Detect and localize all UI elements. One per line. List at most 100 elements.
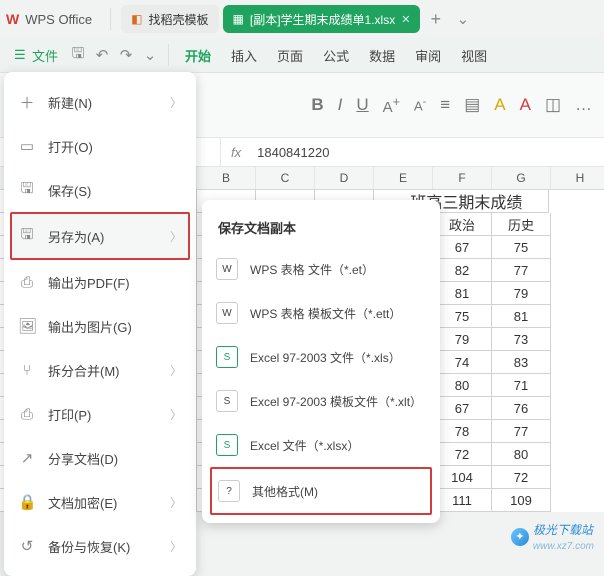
file-menu-button[interactable]: ☰ 文件 <box>6 42 66 69</box>
format-icon: S <box>216 434 238 456</box>
fx-value[interactable]: 1840841220 <box>251 145 335 160</box>
cell[interactable]: 67 <box>433 236 492 259</box>
menu-item-label: 拆分合并(M) <box>48 361 120 380</box>
italic-icon[interactable]: I <box>334 95 347 115</box>
saveas-format-item[interactable]: SExcel 文件（*.xlsx） <box>202 423 440 467</box>
cell[interactable]: 71 <box>492 374 551 397</box>
font-decrease-icon[interactable]: A- <box>410 96 430 113</box>
underline-icon[interactable]: U <box>352 95 372 115</box>
file-menu-item[interactable]: 🖫另存为(A)〉 <box>10 212 190 260</box>
file-menu-item[interactable]: ↗分享文档(D) <box>4 436 196 480</box>
tab-template-store[interactable]: ◧ 找稻壳模板 <box>121 5 218 33</box>
cell[interactable]: 79 <box>433 328 492 351</box>
divider <box>110 8 111 30</box>
menu-item-label: 打印(P) <box>48 405 91 424</box>
cell[interactable]: 109 <box>492 489 551 512</box>
app-name: WPS Office <box>25 12 92 27</box>
menu-tab-数据[interactable]: 数据 <box>359 42 405 69</box>
fx-label[interactable]: fx <box>221 145 251 160</box>
cell[interactable]: 82 <box>433 259 492 282</box>
cell[interactable]: 78 <box>433 420 492 443</box>
saveas-format-item[interactable]: SExcel 97-2003 文件（*.xls） <box>202 335 440 379</box>
menu-item-label: 新建(N) <box>48 93 92 112</box>
saveas-submenu: 保存文档副本WWPS 表格 文件（*.et）WWPS 表格 模板文件（*.ett… <box>202 200 440 523</box>
cell[interactable]: 72 <box>492 466 551 489</box>
alignment-icon[interactable]: ≡ <box>436 95 454 115</box>
more-format-icon[interactable]: ▤ <box>460 95 484 115</box>
cell[interactable]: 75 <box>492 236 551 259</box>
saveas-format-item[interactable]: WWPS 表格 模板文件（*.ett） <box>202 291 440 335</box>
cell[interactable]: 81 <box>433 282 492 305</box>
menu-item-icon: 🖼 <box>18 317 36 335</box>
sheet-icon: ▦ <box>233 12 244 26</box>
menu-tab-视图[interactable]: 视图 <box>451 42 497 69</box>
file-menu-item[interactable]: 🔒文档加密(E)〉 <box>4 480 196 524</box>
menu-tab-审阅[interactable]: 审阅 <box>405 42 451 69</box>
format-icon: S <box>216 346 238 368</box>
menu-tab-页面[interactable]: 页面 <box>267 42 313 69</box>
menu-item-icon: ↗ <box>18 449 36 467</box>
saveas-format-item[interactable]: ?其他格式(M) <box>210 467 432 515</box>
col-header[interactable]: C <box>256 167 315 189</box>
site-watermark: ✦ 极光下载站 www.xz7.com <box>511 521 594 552</box>
font-color-icon[interactable]: A <box>516 95 535 115</box>
qat-more-chevron-icon[interactable]: ⌄ <box>138 43 162 67</box>
menu-item-label: 另存为(A) <box>48 227 104 246</box>
file-menu-item[interactable]: ▭打开(O) <box>4 124 196 168</box>
col-header[interactable]: G <box>492 167 551 189</box>
cell[interactable]: 72 <box>433 443 492 466</box>
undo-icon[interactable]: ↶ <box>90 43 114 67</box>
cell[interactable]: 74 <box>433 351 492 374</box>
cell[interactable]: 77 <box>492 420 551 443</box>
file-menu-item[interactable]: ↺备份与恢复(K)〉 <box>4 524 196 568</box>
menu-tab-插入[interactable]: 插入 <box>221 42 267 69</box>
cell[interactable]: 80 <box>433 374 492 397</box>
col-header[interactable]: E <box>374 167 433 189</box>
cell[interactable]: 79 <box>492 282 551 305</box>
saveas-format-item[interactable]: SExcel 97-2003 模板文件（*.xlt） <box>202 379 440 423</box>
saveas-format-item[interactable]: WWPS 表格 文件（*.et） <box>202 247 440 291</box>
header-cell[interactable]: 历史 <box>492 213 551 236</box>
col-header[interactable]: B <box>197 167 256 189</box>
tab-workbook[interactable]: ▦ [副本]学生期末成绩单1.xlsx ✕ <box>223 5 421 33</box>
bold-icon[interactable]: B <box>307 95 327 115</box>
file-menu-item[interactable]: ⎙打印(P)〉 <box>4 392 196 436</box>
tab-overflow-chevron-icon[interactable]: ⌄ <box>451 7 475 31</box>
tab-label: 找稻壳模板 <box>149 11 209 28</box>
file-menu-item[interactable]: 🖫保存(S) <box>4 168 196 212</box>
menu-item-icon: 🔒 <box>18 493 36 511</box>
save-icon[interactable]: 🖫 <box>66 43 90 67</box>
cell[interactable]: 83 <box>492 351 551 374</box>
file-menu-item[interactable]: ⎙输出为PDF(F) <box>4 260 196 304</box>
cell[interactable]: 104 <box>433 466 492 489</box>
cell[interactable]: 77 <box>492 259 551 282</box>
col-header[interactable]: D <box>315 167 374 189</box>
cell[interactable]: 76 <box>492 397 551 420</box>
col-header[interactable]: H <box>551 167 604 189</box>
col-header[interactable]: F <box>433 167 492 189</box>
ribbon-overflow-icon[interactable]: … <box>571 95 596 115</box>
menu-item-label: 打开(O) <box>48 137 93 156</box>
title-bar: W WPS Office ◧ 找稻壳模板 ▦ [副本]学生期末成绩单1.xlsx… <box>0 0 604 38</box>
file-menu-item[interactable]: ⑂拆分合并(M)〉 <box>4 348 196 392</box>
cell[interactable]: 111 <box>433 489 492 512</box>
menu-tab-开始[interactable]: 开始 <box>175 42 221 69</box>
cell[interactable]: 75 <box>433 305 492 328</box>
cell[interactable]: 73 <box>492 328 551 351</box>
cell[interactable]: 81 <box>492 305 551 328</box>
menu-item-icon: 🖫 <box>18 224 36 249</box>
menu-item-icon: 🖫 <box>18 178 36 203</box>
cell[interactable]: 80 <box>492 443 551 466</box>
borders-icon[interactable]: ◫ <box>541 95 565 115</box>
redo-icon[interactable]: ↷ <box>114 43 138 67</box>
file-menu-item[interactable]: 🖼输出为图片(G) <box>4 304 196 348</box>
header-cell[interactable]: 政治 <box>433 213 492 236</box>
cell[interactable]: 67 <box>433 397 492 420</box>
font-increase-icon[interactable]: A+ <box>379 95 404 116</box>
new-tab-button[interactable]: + <box>424 9 447 30</box>
fill-color-icon[interactable]: A <box>490 95 509 115</box>
menu-item-icon: ↺ <box>18 537 36 555</box>
file-menu-item[interactable]: ＋新建(N)〉 <box>4 80 196 124</box>
tab-close-icon[interactable]: ✕ <box>401 13 410 26</box>
menu-tab-公式[interactable]: 公式 <box>313 42 359 69</box>
